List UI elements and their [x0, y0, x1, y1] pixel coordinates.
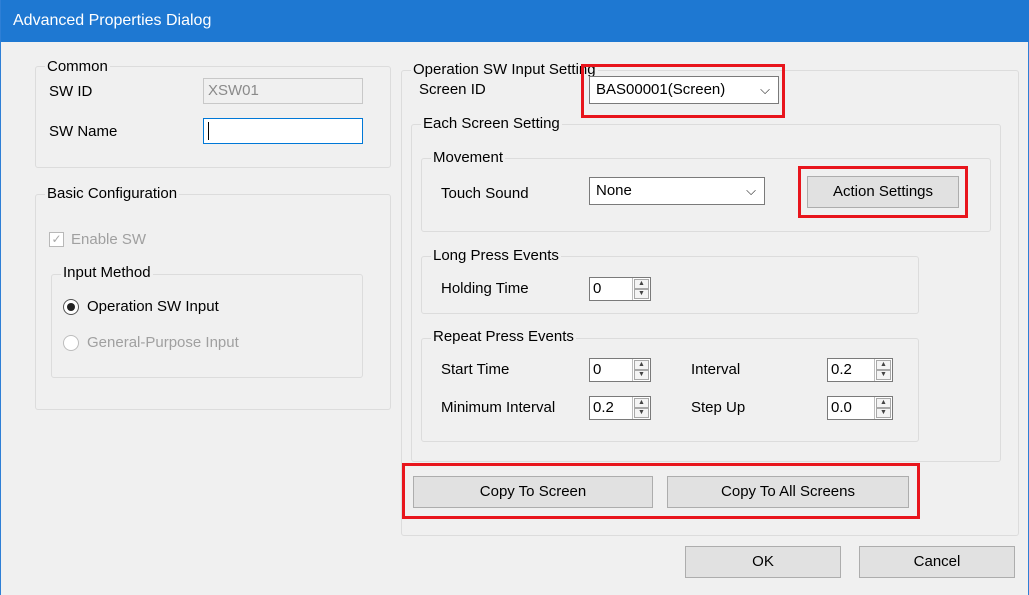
general-purpose-input-radio: [63, 335, 79, 351]
long-press-legend: Long Press Events: [431, 247, 561, 265]
holding-time-value: 0: [593, 280, 602, 297]
minimum-interval-stepper[interactable]: 0.2 ▲ ▼: [589, 396, 651, 420]
chevron-down-icon[interactable]: ▼: [876, 370, 891, 380]
touch-sound-value: None: [596, 182, 632, 199]
operation-setting-legend: Operation SW Input Setting: [411, 61, 598, 79]
chevron-up-icon[interactable]: ▲: [634, 398, 649, 408]
chevron-up-icon[interactable]: ▲: [876, 398, 891, 408]
sw-name-label: SW Name: [49, 123, 118, 140]
stepper-arrows: ▲ ▼: [632, 397, 650, 419]
start-time-value: 0: [593, 361, 602, 378]
chevron-up-icon[interactable]: ▲: [876, 360, 891, 370]
interval-value: 0.2: [831, 361, 852, 378]
common-legend: Common: [45, 58, 110, 76]
movement-legend: Movement: [431, 149, 506, 167]
step-up-stepper[interactable]: 0.0 ▲ ▼: [827, 396, 893, 420]
chevron-down-icon[interactable]: ▼: [634, 408, 649, 418]
each-screen-legend: Each Screen Setting: [421, 115, 562, 133]
repeat-press-group: [421, 338, 919, 442]
cancel-button[interactable]: Cancel: [859, 546, 1015, 578]
step-up-value: 0.0: [831, 399, 852, 416]
copy-buttons-highlight: [402, 463, 920, 519]
stepper-arrows: ▲ ▼: [632, 359, 650, 381]
operation-sw-input-label: Operation SW Input: [87, 298, 219, 315]
chevron-down-icon: ⌵: [746, 183, 756, 198]
chevron-up-icon[interactable]: ▲: [634, 279, 649, 289]
dialog-window: Advanced Properties Dialog Common SW ID …: [0, 0, 1029, 595]
general-purpose-input-label: General-Purpose Input: [87, 334, 239, 351]
ok-button[interactable]: OK: [685, 546, 841, 578]
operation-sw-input-radio[interactable]: [63, 299, 79, 315]
screen-id-highlight: [581, 64, 785, 118]
interval-label: Interval: [691, 361, 741, 378]
text-caret: [208, 122, 209, 140]
action-settings-highlight: [798, 166, 968, 218]
screen-id-label: Screen ID: [419, 81, 486, 98]
chevron-up-icon[interactable]: ▲: [634, 360, 649, 370]
stepper-arrows: ▲ ▼: [874, 397, 892, 419]
sw-id-label: SW ID: [49, 83, 93, 100]
sw-id-field: XSW01: [203, 78, 363, 104]
interval-stepper[interactable]: 0.2 ▲ ▼: [827, 358, 893, 382]
step-up-label: Step Up: [691, 399, 746, 416]
input-method-group: [51, 274, 363, 378]
chevron-down-icon[interactable]: ▼: [634, 370, 649, 380]
start-time-label: Start Time: [441, 361, 510, 378]
chevron-down-icon[interactable]: ▼: [876, 408, 891, 418]
enable-sw-label: Enable SW: [71, 231, 147, 248]
holding-time-label: Holding Time: [441, 280, 529, 297]
holding-time-stepper[interactable]: 0 ▲ ▼: [589, 277, 651, 301]
start-time-stepper[interactable]: 0 ▲ ▼: [589, 358, 651, 382]
minimum-interval-value: 0.2: [593, 399, 614, 416]
window-title: Advanced Properties Dialog: [1, 0, 1029, 42]
repeat-press-legend: Repeat Press Events: [431, 328, 576, 346]
stepper-arrows: ▲ ▼: [874, 359, 892, 381]
touch-sound-dropdown[interactable]: None ⌵: [589, 177, 765, 205]
chevron-down-icon[interactable]: ▼: [634, 289, 649, 299]
stepper-arrows: ▲ ▼: [632, 278, 650, 300]
sw-name-field[interactable]: [203, 118, 363, 144]
minimum-interval-label: Minimum Interval: [441, 399, 556, 416]
touch-sound-label: Touch Sound: [441, 185, 529, 202]
checkmark-icon: ✓: [51, 232, 62, 246]
enable-sw-checkbox: ✓: [49, 232, 64, 247]
basic-config-legend: Basic Configuration: [45, 185, 180, 203]
input-method-legend: Input Method: [61, 264, 153, 282]
